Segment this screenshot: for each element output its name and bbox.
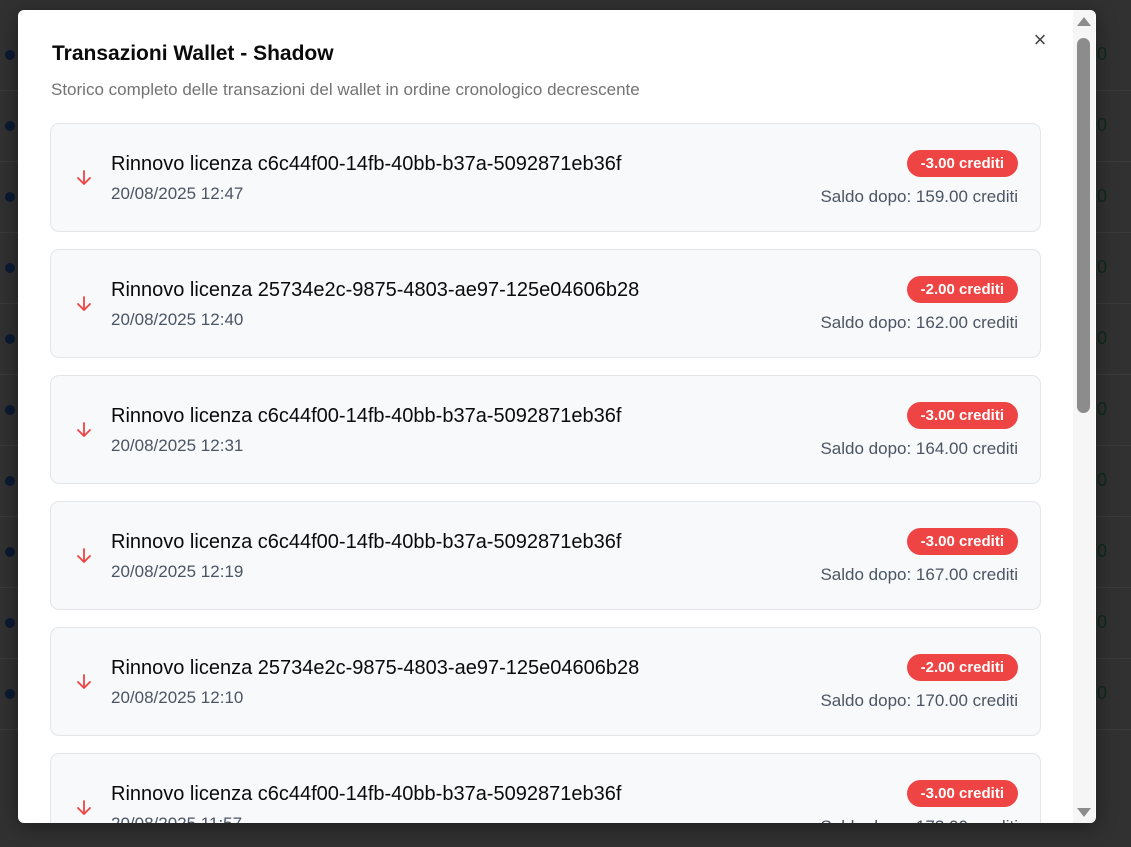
transaction-description: Rinnovo licenza c6c44f00-14fb-40bb-b37a-… — [111, 153, 622, 175]
balance-after: Saldo dopo: 167.00 crediti — [820, 565, 1018, 584]
amount-badge: -3.00 crediti — [906, 780, 1018, 807]
balance-after: Saldo dopo: 164.00 crediti — [820, 439, 1018, 458]
status-dot — [5, 618, 15, 628]
status-dot — [5, 689, 15, 699]
arrow-down-icon — [77, 548, 91, 563]
scroll-up-arrow-icon[interactable] — [1077, 17, 1091, 26]
transaction-description: Rinnovo licenza c6c44f00-14fb-40bb-b37a-… — [111, 783, 622, 805]
transactions-dialog: Transazioni Wallet - Shadow Storico comp… — [18, 10, 1096, 823]
amount-badge: -2.00 crediti — [906, 276, 1018, 303]
transaction-description: Rinnovo licenza c6c44f00-14fb-40bb-b37a-… — [111, 405, 622, 427]
close-icon[interactable]: × — [1030, 29, 1050, 51]
transaction-date: 20/08/2025 12:40 — [111, 310, 244, 329]
background-value: 0 — [1097, 612, 1108, 632]
transaction-description: Rinnovo licenza c6c44f00-14fb-40bb-b37a-… — [111, 531, 622, 553]
background-value: 0 — [1097, 115, 1108, 135]
transaction-date: 20/08/2025 12:19 — [111, 562, 244, 581]
transaction-item: Rinnovo licenza c6c44f00-14fb-40bb-b37a-… — [50, 501, 1041, 610]
arrow-down-icon — [77, 800, 91, 815]
balance-after: Saldo dopo: 162.00 crediti — [820, 313, 1018, 332]
balance-after: Saldo dopo: 170.00 crediti — [820, 691, 1018, 710]
transaction-description: Rinnovo licenza 25734e2c-9875-4803-ae97-… — [111, 657, 640, 679]
balance-after: Saldo dopo: 173.00 crediti — [820, 817, 1018, 823]
status-dot — [5, 263, 15, 273]
arrow-down-icon — [77, 674, 91, 689]
status-dot — [5, 192, 15, 202]
amount-badge: -2.00 crediti — [906, 654, 1018, 681]
transaction-date: 20/08/2025 12:10 — [111, 688, 244, 707]
status-dot — [5, 50, 15, 60]
scrollbar-thumb[interactable] — [1077, 38, 1090, 413]
background-value: 0 — [1097, 541, 1108, 561]
transaction-item: Rinnovo licenza 25734e2c-9875-4803-ae97-… — [50, 627, 1041, 736]
amount-badge: -3.00 crediti — [906, 150, 1018, 177]
arrow-down-icon — [77, 422, 91, 437]
background-value: 0 — [1097, 399, 1108, 419]
balance-after: Saldo dopo: 159.00 crediti — [820, 187, 1018, 206]
background-value: 0 — [1097, 683, 1108, 703]
background-value: 0 — [1097, 328, 1108, 348]
transaction-item: Rinnovo licenza c6c44f00-14fb-40bb-b37a-… — [50, 123, 1041, 232]
status-dot — [5, 476, 15, 486]
amount-badge: -3.00 crediti — [906, 402, 1018, 429]
scroll-down-arrow-icon[interactable] — [1077, 808, 1091, 817]
status-dot — [5, 334, 15, 344]
dialog-subtitle: Storico completo delle transazioni del w… — [51, 80, 640, 99]
dialog-title: Transazioni Wallet - Shadow — [52, 42, 334, 65]
transaction-date: 20/08/2025 12:31 — [111, 436, 244, 455]
transaction-item: Rinnovo licenza c6c44f00-14fb-40bb-b37a-… — [50, 753, 1041, 823]
arrow-down-icon — [77, 296, 91, 311]
scrollbar[interactable] — [1073, 10, 1095, 823]
arrow-down-icon — [77, 170, 91, 185]
transaction-list: Rinnovo licenza c6c44f00-14fb-40bb-b37a-… — [50, 123, 1041, 823]
transaction-date: 20/08/2025 12:47 — [111, 184, 244, 203]
transaction-item: Rinnovo licenza 25734e2c-9875-4803-ae97-… — [50, 249, 1041, 358]
transaction-item: Rinnovo licenza c6c44f00-14fb-40bb-b37a-… — [50, 375, 1041, 484]
background-value: 0 — [1097, 186, 1108, 206]
transaction-date: 20/08/2025 11:57 — [111, 814, 242, 823]
status-dot — [5, 405, 15, 415]
amount-badge: -3.00 crediti — [906, 528, 1018, 555]
status-dot — [5, 121, 15, 131]
background-value: 0 — [1097, 470, 1108, 490]
background-value: 0 — [1097, 44, 1108, 64]
background-value: 0 — [1097, 257, 1108, 277]
transaction-description: Rinnovo licenza 25734e2c-9875-4803-ae97-… — [111, 279, 640, 301]
status-dot — [5, 547, 15, 557]
